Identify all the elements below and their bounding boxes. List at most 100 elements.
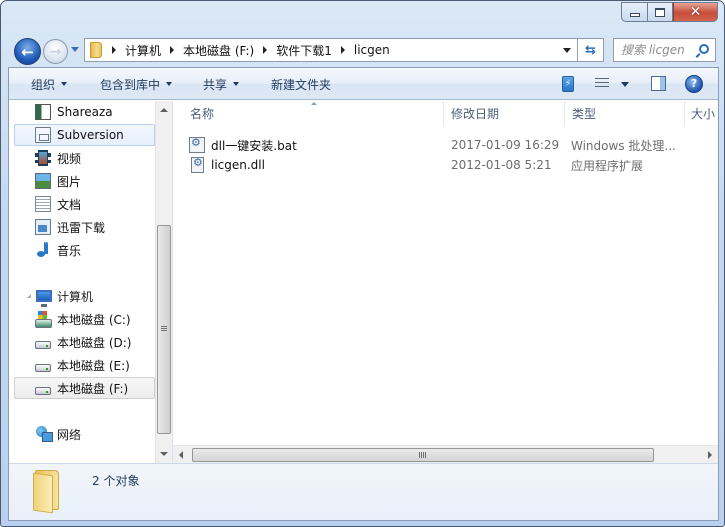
column-header-modified[interactable]: 修改日期 <box>444 101 565 126</box>
sidebar-item-drive-d[interactable]: 本地磁盘 (D:) <box>34 331 149 353</box>
forward-arrow-icon: → <box>49 43 62 60</box>
file-name: licgen.dll <box>211 158 265 172</box>
scroll-right-arrow-icon[interactable] <box>708 451 712 459</box>
include-in-library-button[interactable]: 包含到库中 <box>100 68 173 100</box>
grip-icon <box>419 452 426 458</box>
column-header-size[interactable]: 大小 <box>685 101 718 126</box>
sidebar-item-subversion[interactable]: Subversion <box>14 124 155 146</box>
view-options-dropdown[interactable] <box>621 82 629 87</box>
column-header-label: 名称 <box>190 107 215 121</box>
breadcrumb-computer[interactable]: 计算机 <box>112 39 170 61</box>
close-button[interactable]: ✕ <box>673 2 718 22</box>
sidebar-item-label: 本地磁盘 (D:) <box>57 335 132 350</box>
file-list: 名称 修改日期 类型 大小 dll一键安装.bat 2017-01-09 16:… <box>173 101 718 445</box>
sidebar-item-network[interactable]: 网络 <box>36 423 81 445</box>
sidebar-item-label: 视频 <box>57 151 82 166</box>
sidebar-item-documents[interactable]: 文档 <box>34 193 149 215</box>
share-label: 共享 <box>203 77 228 92</box>
sidebar-item-label: 本地磁盘 (F:) <box>57 381 129 396</box>
navigation-pane-scrollbar[interactable] <box>155 101 172 463</box>
maximize-button[interactable] <box>647 2 673 22</box>
change-view-icon[interactable] <box>595 78 609 90</box>
sidebar-item-label: 文档 <box>57 197 82 212</box>
search-icon[interactable] <box>699 44 709 54</box>
scroll-left-arrow-icon[interactable] <box>179 451 183 459</box>
organize-label: 组织 <box>31 77 56 92</box>
drive-icon <box>35 364 51 372</box>
column-header-name[interactable]: 名称 <box>173 101 444 126</box>
chevron-right-icon[interactable] <box>170 46 175 54</box>
scroll-up-arrow-icon[interactable] <box>160 108 168 112</box>
item-count: 2 个对象 <box>92 474 140 488</box>
breadcrumb-label[interactable]: licgen <box>354 43 390 57</box>
minimize-icon <box>629 13 640 17</box>
drive-icon <box>35 387 51 395</box>
breadcrumb-drive-f[interactable]: 本地磁盘 (F:) <box>170 39 263 61</box>
column-header-type[interactable]: 类型 <box>565 101 685 126</box>
expand-arrow-icon[interactable] <box>27 294 31 298</box>
preview-pane-icon[interactable] <box>651 76 666 91</box>
sidebar-item-pictures[interactable]: 图片 <box>34 170 149 192</box>
column-header-label: 修改日期 <box>451 107 500 121</box>
file-list-horizontal-scrollbar[interactable] <box>173 445 718 463</box>
sidebar-item-shareaza[interactable]: Shareaza <box>34 101 149 123</box>
explorer-window: ✕ ← → 计算机 本地磁盘 (F:) 软件下载1 licgen ⇆ 搜索 li… <box>0 0 725 527</box>
navigation-pane: Shareaza Subversion 视频 图片 文档 迅雷下载 音乐 计算机… <box>9 101 155 463</box>
computer-icon <box>36 290 52 307</box>
breadcrumb-label[interactable]: 软件下载1 <box>276 42 332 59</box>
sidebar-item-label: 图片 <box>57 174 82 189</box>
breadcrumb-label[interactable]: 计算机 <box>125 42 161 59</box>
batch-file-icon <box>189 136 205 153</box>
refresh-button[interactable]: ⇆ <box>578 38 604 62</box>
sidebar-item-videos[interactable]: 视频 <box>34 147 149 169</box>
search-input[interactable] <box>614 43 692 57</box>
sidebar-item-music[interactable]: 音乐 <box>34 239 149 261</box>
navigation-bar: ← → 计算机 本地磁盘 (F:) 软件下载1 licgen ⇆ <box>1 34 724 65</box>
dll-file-icon <box>191 156 204 173</box>
sort-ascending-icon <box>311 102 317 105</box>
file-type: Windows 批处理... <box>571 138 676 153</box>
app-icon <box>35 104 51 120</box>
sidebar-item-label: 本地磁盘 (C:) <box>57 312 131 327</box>
address-history-dropdown[interactable] <box>563 48 571 53</box>
share-button[interactable]: 共享 <box>203 68 240 100</box>
sidebar-item-drive-e[interactable]: 本地磁盘 (E:) <box>34 354 149 376</box>
file-name: dll一键安装.bat <box>211 138 297 153</box>
chevron-right-icon[interactable] <box>340 46 345 54</box>
new-folder-button[interactable]: 新建文件夹 <box>271 68 331 100</box>
sidebar-item-label: 计算机 <box>57 289 94 304</box>
document-icon <box>35 127 51 143</box>
sidebar-item-label: Shareaza <box>57 105 113 119</box>
sidebar-item-drive-f[interactable]: 本地磁盘 (F:) <box>14 377 155 399</box>
download-icon <box>35 219 51 235</box>
recent-pages-dropdown[interactable] <box>71 47 79 52</box>
details-pane: 2 个对象 <box>9 463 718 520</box>
help-icon[interactable]: ? <box>685 75 703 93</box>
sidebar-item-label: Subversion <box>57 128 124 142</box>
back-button[interactable]: ← <box>14 38 41 65</box>
close-icon: ✕ <box>689 4 702 20</box>
breadcrumb-licgen[interactable]: licgen <box>340 39 399 61</box>
include-in-library-label: 包含到库中 <box>100 77 161 92</box>
chevron-right-icon[interactable] <box>112 46 116 54</box>
chevron-right-icon[interactable] <box>263 46 268 54</box>
breadcrumb-software-download[interactable]: 软件下载1 <box>263 39 341 61</box>
refresh-icon: ⇆ <box>585 42 596 58</box>
forward-button[interactable]: → <box>43 39 68 64</box>
file-modified: 2017-01-09 16:29 <box>451 138 560 152</box>
minimize-button[interactable] <box>621 2 647 22</box>
scrollbar-thumb[interactable] <box>157 225 171 434</box>
search-box[interactable] <box>613 38 716 62</box>
sidebar-item-xunlei-downloads[interactable]: 迅雷下载 <box>34 216 149 238</box>
file-row[interactable]: dll一键安装.bat 2017-01-09 16:29 Windows 批处理… <box>189 135 718 155</box>
scrollbar-thumb[interactable] <box>192 448 654 462</box>
scroll-down-arrow-icon[interactable] <box>160 452 168 456</box>
sidebar-item-computer[interactable]: 计算机 <box>27 285 93 307</box>
breadcrumb-label[interactable]: 本地磁盘 (F:) <box>183 42 254 59</box>
sidebar-item-drive-c[interactable]: 本地磁盘 (C:) <box>34 308 149 330</box>
organize-button[interactable]: 组织 <box>31 68 68 100</box>
new-folder-label: 新建文件夹 <box>271 77 332 92</box>
file-row[interactable]: licgen.dll 2012-01-08 5:21 应用程序扩展 <box>189 155 718 175</box>
device-sync-icon[interactable]: ⚡ <box>562 76 574 92</box>
address-bar[interactable]: 计算机 本地磁盘 (F:) 软件下载1 licgen <box>84 38 578 62</box>
